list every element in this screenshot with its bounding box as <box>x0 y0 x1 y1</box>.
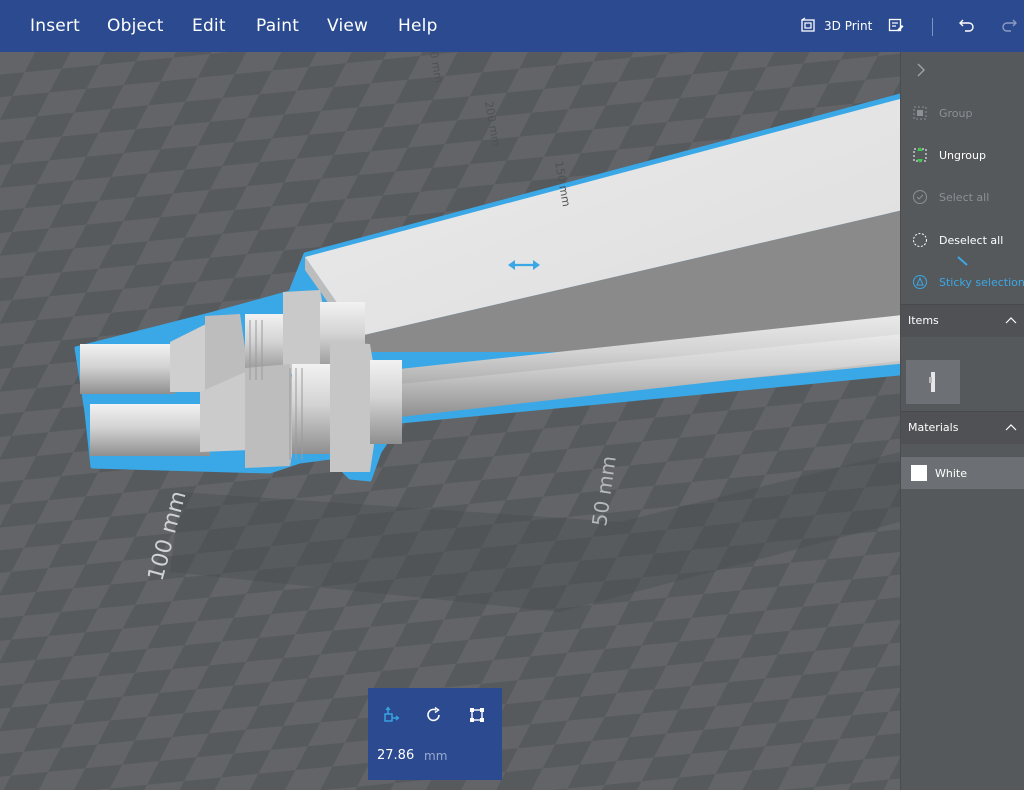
redo-button[interactable] <box>1000 14 1018 38</box>
sticky-selection-toggle[interactable]: Sticky selection <box>911 273 1024 291</box>
dimension-value[interactable]: 27.86 <box>377 748 414 763</box>
item-thumbnail[interactable] <box>906 360 960 404</box>
group-button[interactable]: Group <box>911 104 973 122</box>
select-all-button[interactable]: Select all <box>911 188 989 206</box>
menu-paint[interactable]: Paint <box>256 16 299 36</box>
rotate-icon[interactable] <box>423 704 445 726</box>
toolbar-divider <box>932 18 933 36</box>
deselect-all-button[interactable]: Deselect all <box>911 231 1003 249</box>
scene-canvas[interactable]: 100 mm 50 mm 200 mm 150 mm 0 mm <box>0 52 900 790</box>
deselect-all-label: Deselect all <box>939 233 1004 247</box>
print-3d-icon <box>800 17 816 36</box>
undo-button[interactable] <box>958 14 976 38</box>
ungroup-button[interactable]: Ungroup <box>911 146 986 164</box>
material-name: White <box>935 466 967 480</box>
undo-icon <box>958 16 976 37</box>
selection-panel: Group Ungroup Select all Deselect all St… <box>900 52 1024 790</box>
transform-toolbar: 27.86 mm <box>368 688 502 780</box>
material-item-white[interactable]: White <box>901 457 1024 489</box>
deselect-all-icon <box>911 231 929 249</box>
3d-viewport[interactable]: 100 mm 50 mm 200 mm 150 mm 0 mm <box>0 52 900 790</box>
print-3d-button[interactable]: 3D Print <box>800 14 872 38</box>
materials-title: Materials <box>908 421 959 434</box>
print-3d-label: 3D Print <box>824 19 873 33</box>
menu-view[interactable]: View <box>327 16 368 36</box>
chevron-up-icon <box>1005 421 1017 434</box>
select-all-label: Select all <box>939 190 990 204</box>
scale-icon[interactable] <box>466 704 488 726</box>
ungroup-icon <box>911 146 929 164</box>
sticky-selection-icon <box>911 273 929 291</box>
chevron-right-icon <box>917 63 925 77</box>
menu-object[interactable]: Object <box>107 16 164 36</box>
chevron-up-icon <box>1005 314 1017 327</box>
panel-collapse-button[interactable] <box>915 62 931 78</box>
cursor-link-icon <box>956 252 970 271</box>
group-label: Group <box>939 106 973 120</box>
menu-edit[interactable]: Edit <box>192 16 226 36</box>
material-swatch <box>911 465 927 481</box>
object-thumbnail-icon <box>929 372 935 392</box>
redo-icon <box>1000 16 1018 37</box>
move-icon[interactable] <box>380 704 402 726</box>
select-all-icon <box>911 188 929 206</box>
menu-bar: Insert Object Edit Paint View Help 3D Pr… <box>0 0 1024 52</box>
ungroup-label: Ungroup <box>939 148 986 162</box>
group-icon <box>911 104 929 122</box>
checklist-button[interactable] <box>888 14 904 38</box>
checklist-icon <box>888 17 904 36</box>
dimension-unit: mm <box>424 749 448 763</box>
menu-help[interactable]: Help <box>398 16 438 36</box>
items-title: Items <box>908 314 939 327</box>
materials-section-header[interactable]: Materials <box>901 411 1024 444</box>
items-section-header[interactable]: Items <box>901 304 1024 337</box>
sticky-selection-label: Sticky selection <box>939 275 1024 289</box>
menu-insert[interactable]: Insert <box>30 16 80 36</box>
